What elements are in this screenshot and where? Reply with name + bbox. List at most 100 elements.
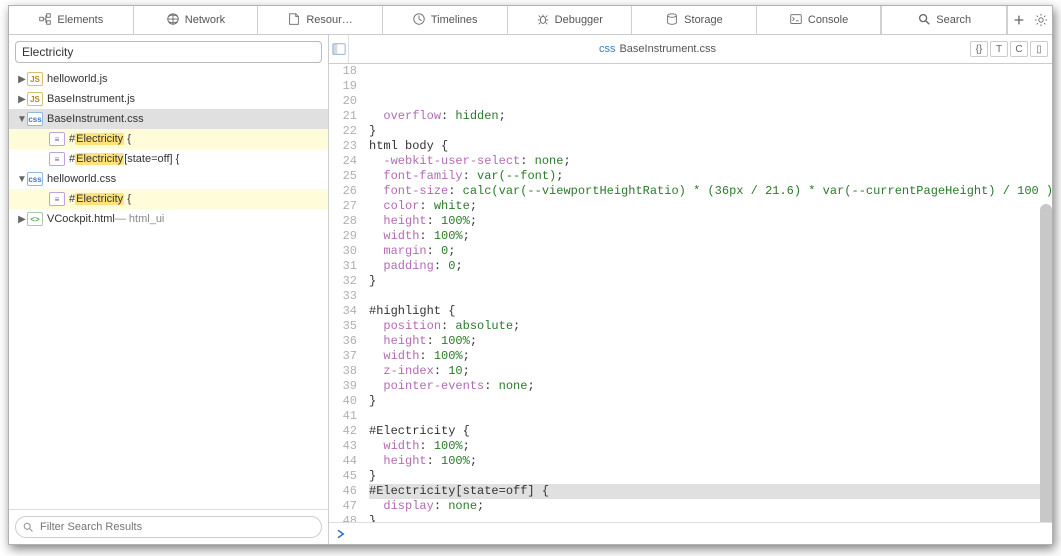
disclosure-arrow[interactable]: ▶ [17, 74, 27, 85]
code-line[interactable]: position: absolute; [369, 319, 1052, 334]
tab-elements[interactable]: Elements [9, 6, 134, 34]
gutter-line: 18 [329, 64, 357, 79]
settings-button[interactable] [1030, 6, 1052, 35]
code-line[interactable]: pointer-events: none; [369, 379, 1052, 394]
code-line[interactable]: overflow: hidden; [369, 109, 1052, 124]
code-line[interactable]: color: white; [369, 199, 1052, 214]
gutter-line: 44 [329, 454, 357, 469]
gutter-line: 27 [329, 199, 357, 214]
code-line[interactable]: #Electricity { [369, 424, 1052, 439]
tab-network[interactable]: Network [134, 6, 259, 34]
filter-search-results[interactable] [15, 516, 322, 538]
style-badge: ≡ [49, 152, 65, 166]
gutter-line: 42 [329, 424, 357, 439]
code-line[interactable]: width: 100%; [369, 349, 1052, 364]
code-line[interactable]: #Electricity[state=off] { [369, 484, 1052, 499]
editor-scrollbar[interactable] [1040, 204, 1052, 522]
open-file-tab[interactable]: css BaseInstrument.css [349, 43, 966, 55]
code-line[interactable]: -webkit-user-select: none; [369, 154, 1052, 169]
code-line[interactable]: } [369, 514, 1052, 522]
editor-area: css BaseInstrument.css {}TC▯ 18192021222… [329, 35, 1052, 544]
code-line[interactable] [369, 289, 1052, 304]
editor-scope-buttons: {}TC▯ [966, 41, 1052, 57]
tab-timelines[interactable]: Timelines [383, 6, 508, 34]
filter-input[interactable] [38, 520, 315, 534]
code-line[interactable]: } [369, 469, 1052, 484]
tree-item-helloworld.js[interactable]: ▶ JS helloworld.js [9, 69, 328, 89]
disclosure-arrow[interactable]: ▼ [17, 174, 27, 185]
gutter-line: 41 [329, 409, 357, 424]
code-editor[interactable]: 1819202122232425262728293031323334353637… [329, 64, 1052, 522]
tab-search[interactable]: Search [881, 6, 1007, 34]
code-line[interactable]: padding: 0; [369, 259, 1052, 274]
tab-storage[interactable]: Storage [632, 6, 757, 34]
scope-button-type[interactable]: T [990, 41, 1008, 57]
gutter-line: 29 [329, 229, 357, 244]
toggle-sidebar-button[interactable] [329, 35, 349, 63]
code-line[interactable]: font-size: calc(var(--viewportHeightRati… [369, 184, 1052, 199]
code-line[interactable]: width: 100%; [369, 229, 1052, 244]
tree-item-BaseInstrument.js[interactable]: ▶ JS BaseInstrument.js [9, 89, 328, 109]
code-line[interactable]: font-family: var(--font); [369, 169, 1052, 184]
gutter-line: 32 [329, 274, 357, 289]
gutter-line: 33 [329, 289, 357, 304]
new-tab-button[interactable] [1008, 6, 1030, 35]
code-line[interactable]: } [369, 274, 1052, 289]
console-icon [789, 12, 803, 29]
panel-icon [332, 42, 346, 56]
tree-item-VCockpit.html[interactable]: ▶ <> VCockpit.html — html_ui [9, 209, 328, 229]
search-results-tree[interactable]: ▶ JS helloworld.js▶ JS BaseInstrument.js… [9, 69, 328, 509]
tree-search-match[interactable]: ≡ #Electricity { [9, 129, 328, 149]
style-badge: ≡ [49, 132, 65, 146]
code-line[interactable]: } [369, 124, 1052, 139]
search-input[interactable] [15, 41, 322, 63]
gutter-line: 35 [329, 319, 357, 334]
gutter-line: 40 [329, 394, 357, 409]
tree-search-match[interactable]: ≡ #Electricity { [9, 189, 328, 209]
tree-item-BaseInstrument.css[interactable]: ▼ css BaseInstrument.css [9, 109, 328, 129]
code-line[interactable]: html body { [369, 139, 1052, 154]
code-line[interactable]: width: 100%; [369, 439, 1052, 454]
gutter-line: 28 [329, 214, 357, 229]
code-line[interactable]: height: 100%; [369, 454, 1052, 469]
prompt-icon[interactable] [335, 528, 347, 540]
code-line[interactable]: } [369, 394, 1052, 409]
scope-button-class[interactable]: C [1010, 41, 1028, 57]
js-badge: JS [27, 72, 43, 86]
editor-footer [329, 522, 1052, 544]
tree-item-helloworld.css[interactable]: ▼ css helloworld.css [9, 169, 328, 189]
code-line[interactable]: display: none; [369, 499, 1052, 514]
scope-button-braces[interactable]: {} [970, 41, 988, 57]
code-line[interactable]: margin: 0; [369, 244, 1052, 259]
code-line[interactable] [369, 409, 1052, 424]
gutter-line: 45 [329, 469, 357, 484]
search-icon [917, 12, 931, 29]
sidebar: ▶ JS helloworld.js▶ JS BaseInstrument.js… [9, 35, 329, 544]
filter-icon [22, 521, 34, 533]
gutter-line: 37 [329, 349, 357, 364]
timelines-icon [412, 12, 426, 29]
code-line[interactable]: height: 100%; [369, 334, 1052, 349]
css-badge: css [27, 112, 43, 126]
gutter-line: 21 [329, 109, 357, 124]
gutter-line: 39 [329, 379, 357, 394]
tab-console[interactable]: Console [757, 6, 882, 34]
gutter-line: 38 [329, 364, 357, 379]
gutter-line: 48 [329, 514, 357, 522]
open-file-name: BaseInstrument.css [619, 43, 716, 55]
code-line[interactable]: #highlight { [369, 304, 1052, 319]
tab-debugger[interactable]: Debugger [508, 6, 633, 34]
tab-resources[interactable]: Resour… [258, 6, 383, 34]
tree-search-match[interactable]: ≡ #Electricity[state=off] { [9, 149, 328, 169]
scope-button-sidebar[interactable]: ▯ [1030, 41, 1048, 57]
disclosure-arrow[interactable]: ▶ [17, 214, 27, 225]
disclosure-arrow[interactable]: ▶ [17, 94, 27, 105]
gutter-line: 26 [329, 184, 357, 199]
network-icon [166, 12, 180, 29]
gutter-line: 25 [329, 169, 357, 184]
code-line[interactable]: z-index: 10; [369, 364, 1052, 379]
disclosure-arrow[interactable]: ▼ [17, 114, 27, 125]
code-line[interactable]: height: 100%; [369, 214, 1052, 229]
gutter-line: 36 [329, 334, 357, 349]
file-badge: css [599, 43, 616, 55]
